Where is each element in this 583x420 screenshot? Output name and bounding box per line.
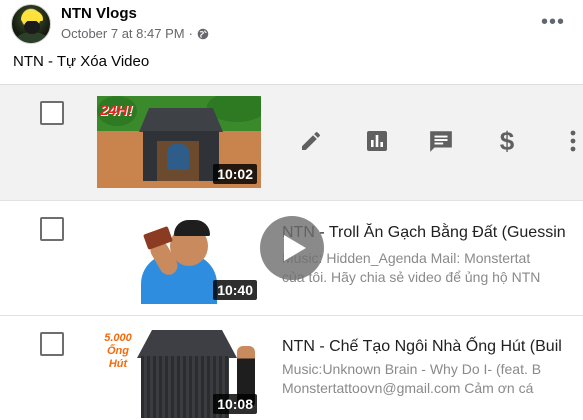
video-title[interactable]: NTN - Chế Tạo Ngôi Nhà Ống Hút (Buil [282,338,562,356]
more-options-icon[interactable]: ••• [541,12,565,32]
post-timestamp[interactable]: October 7 at 8:47 PM [61,26,185,41]
thumbnail-brick [143,226,173,250]
thumbnail-person [167,144,189,170]
post-header: NTN Vlogs October 7 at 8:47 PM · ••• [0,0,583,48]
comment-icon[interactable] [425,125,457,157]
thumbnail-roof [137,330,237,358]
post-text: NTN - Tự Xóa Video [13,53,150,70]
avatar-face-shape [24,20,40,34]
dollar-icon[interactable]: $ [491,125,523,157]
video-row[interactable]: 24H! 10:02 $ [0,85,583,201]
thumbnail-badge: 24H! [100,102,133,119]
video-description: Music:Unknown Brain - Why Do I- (feat. B… [282,360,541,398]
thumbnail-label: 5.000 Ống Hút [104,332,132,370]
select-checkbox[interactable] [40,101,64,125]
video-thumbnail[interactable]: 24H! 10:02 [97,96,261,188]
video-row[interactable]: 5.000 Ống Hút 10:08 NTN - Chế Tạo Ngôi N… [0,316,583,420]
meta-separator: · [188,26,193,41]
channel-name[interactable]: NTN Vlogs [61,5,137,22]
video-duration: 10:40 [213,280,257,300]
globe-icon[interactable] [197,28,209,40]
select-checkbox[interactable] [40,332,64,356]
video-duration: 10:02 [213,164,257,184]
bar-chart-icon[interactable] [361,125,393,157]
video-thumbnail[interactable]: 10:40 [97,212,261,304]
thumbnail-cap [174,220,210,236]
select-checkbox[interactable] [40,217,64,241]
video-description-line: của tôi. Hãy chia sẻ video để ủng hộ NTN [282,269,541,285]
avatar[interactable] [11,4,51,44]
video-title[interactable]: NTN - Troll Ăn Gạch Bằng Đất (Guessin [282,224,566,242]
video-thumbnail[interactable]: 5.000 Ống Hút 10:08 [97,326,261,418]
play-icon[interactable] [260,216,324,280]
video-duration: 10:08 [213,394,257,414]
post-meta: October 7 at 8:47 PM · [61,26,209,41]
pencil-icon[interactable] [295,125,327,157]
play-triangle [284,235,306,261]
vertical-dots-icon[interactable] [557,125,583,157]
video-description-line: Monstertattoovn@gmail.com Cảm ơn cá [282,380,534,396]
thumbnail-roof [139,108,223,132]
avatar-cap-shape [21,11,43,21]
video-description-line: Music:Unknown Brain - Why Do I- (feat. B [282,361,542,377]
